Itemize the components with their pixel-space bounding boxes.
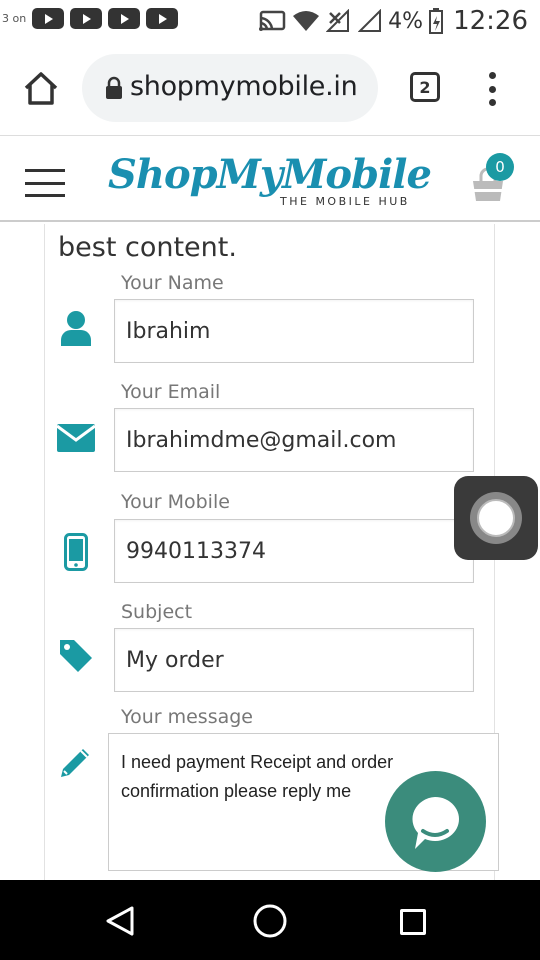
name-label: Your Name [121, 272, 224, 294]
site-header: ShopMyMobile THE MOBILE HUB 0 [0, 137, 540, 222]
youtube-notification-icon [108, 8, 141, 29]
clock: 12:26 [453, 6, 528, 36]
home-nav-icon[interactable] [252, 903, 288, 939]
youtube-notification-icon [146, 8, 179, 29]
hamburger-menu-icon[interactable] [25, 169, 65, 197]
address-bar[interactable]: shopmymobile.in [82, 54, 378, 122]
chat-bubble-icon [412, 797, 459, 849]
intro-text: best content. [58, 232, 237, 263]
user-icon [56, 308, 96, 348]
android-navigation-bar [0, 880, 540, 960]
browser-menu-button[interactable] [486, 72, 498, 106]
mobile-phone-icon [56, 532, 96, 572]
battery-icon [429, 8, 444, 34]
email-field[interactable]: Ibrahimdme@gmail.com [114, 408, 474, 472]
site-logo[interactable]: ShopMyMobile THE MOBILE HUB [108, 151, 438, 211]
subject-field[interactable]: My order [114, 628, 474, 692]
youtube-notification-icon [32, 8, 65, 29]
browser-toolbar: shopmymobile.in 2 [0, 44, 540, 136]
tag-icon [56, 636, 96, 676]
chat-widget-button[interactable] [385, 771, 486, 872]
tab-switcher-button[interactable]: 2 [410, 72, 440, 102]
home-button[interactable] [22, 70, 60, 108]
subject-label: Subject [121, 601, 193, 623]
notification-label: 3 on [2, 12, 27, 25]
cast-icon [259, 10, 286, 31]
message-label: Your message [121, 706, 253, 728]
youtube-notification-icon [70, 8, 103, 29]
name-field[interactable]: Ibrahim [114, 299, 474, 363]
email-label: Your Email [121, 381, 221, 403]
lock-icon [106, 76, 122, 99]
home-icon [24, 72, 58, 105]
signal-icon [326, 9, 350, 32]
mobile-label: Your Mobile [121, 491, 230, 513]
assistive-touch-button[interactable] [454, 476, 538, 560]
cart-count-badge: 0 [486, 153, 514, 181]
status-bar: 3 on 4% 12:26 [0, 0, 540, 44]
pencil-icon [56, 742, 96, 782]
signal-empty-icon [358, 9, 382, 32]
url-text: shopmymobile.in [130, 71, 358, 102]
back-icon[interactable] [104, 905, 136, 937]
logo-tagline: THE MOBILE HUB [280, 195, 410, 208]
recent-apps-icon[interactable] [400, 909, 426, 935]
battery-percent: 4% [388, 8, 424, 34]
logo-title: ShopMyMobile [108, 151, 432, 198]
wifi-icon [293, 11, 320, 31]
envelope-icon [56, 418, 96, 458]
mobile-field[interactable]: 9940113374 [114, 519, 474, 583]
